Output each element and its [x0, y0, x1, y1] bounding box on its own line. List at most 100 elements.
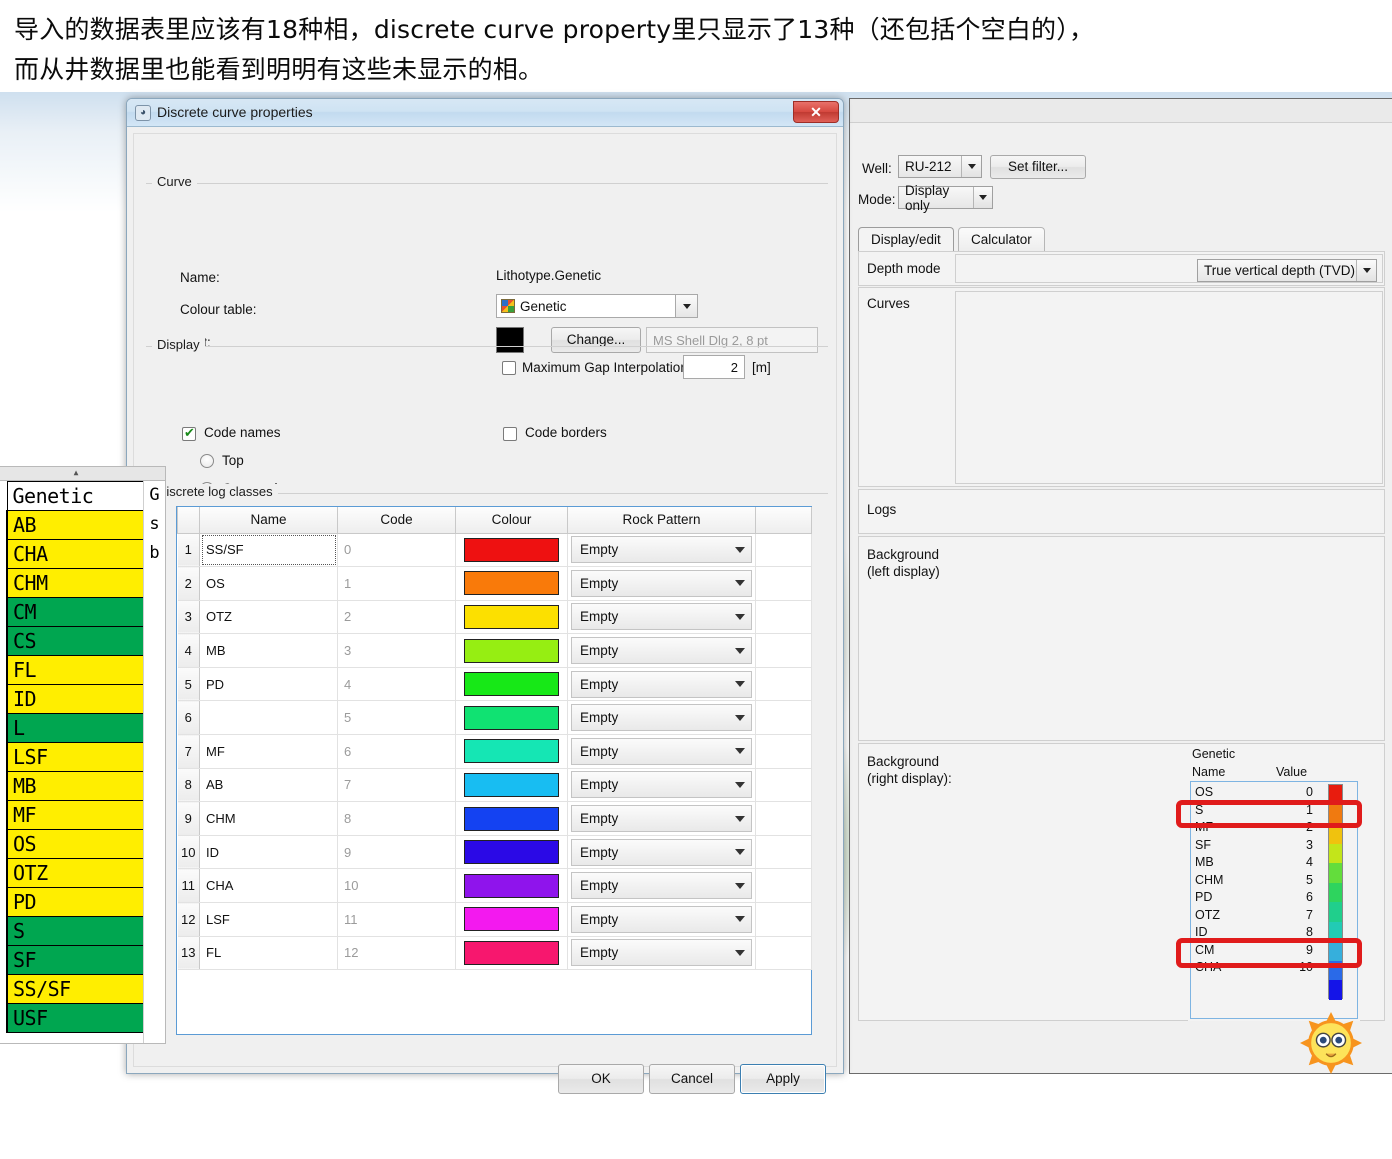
cell-rock-pattern[interactable]: Empty: [567, 868, 756, 904]
table-row[interactable]: 3 OTZ 2 Empty: [177, 600, 812, 635]
legend-row[interactable]: L: [6, 713, 160, 743]
cell-colour[interactable]: [455, 801, 568, 836]
legend-row[interactable]: OTZ: [6, 858, 160, 888]
cell-name[interactable]: FL: [199, 936, 338, 971]
table-row[interactable]: 5 PD 4 Empty: [177, 667, 812, 702]
legend-row[interactable]: CHM: [6, 568, 160, 598]
cell-name[interactable]: SS/SF: [199, 533, 338, 568]
cell-code[interactable]: 1: [337, 566, 456, 601]
chevron-down-icon[interactable]: [735, 916, 745, 923]
ok-button[interactable]: OK: [558, 1064, 644, 1094]
position-radio-top[interactable]: [200, 454, 214, 468]
cell-code[interactable]: 12: [337, 936, 456, 971]
table-row[interactable]: 13 FL 12 Empty: [177, 936, 812, 971]
col-header-rock-pattern[interactable]: Rock Pattern: [567, 507, 756, 534]
cell-colour[interactable]: [455, 633, 568, 668]
cancel-button[interactable]: Cancel: [649, 1064, 735, 1094]
table-row[interactable]: 9 CHM 8 Empty: [177, 801, 812, 836]
chevron-down-icon[interactable]: [973, 187, 992, 208]
cell-code[interactable]: 10: [337, 868, 456, 904]
table-row[interactable]: 6 5 Empty: [177, 700, 812, 736]
cell-name[interactable]: PD: [199, 667, 338, 702]
chevron-down-icon[interactable]: [735, 546, 745, 553]
well-select[interactable]: RU-212: [898, 155, 982, 178]
legend-row[interactable]: LSF: [6, 742, 160, 772]
mode-select[interactable]: Display only: [898, 183, 993, 213]
cell-name[interactable]: OTZ: [199, 600, 338, 635]
legend-row[interactable]: MB: [6, 771, 160, 801]
cell-code[interactable]: 5: [337, 700, 456, 736]
chevron-down-icon[interactable]: [735, 748, 745, 755]
cell-name[interactable]: [199, 700, 338, 736]
cell-name[interactable]: LSF: [199, 902, 338, 937]
colour-table-select[interactable]: Genetic: [496, 294, 698, 318]
cell-colour[interactable]: [455, 868, 568, 904]
code-names-checkbox[interactable]: [182, 425, 196, 441]
cell-colour[interactable]: [455, 600, 568, 635]
cell-code[interactable]: 7: [337, 768, 456, 803]
cell-name[interactable]: CHA: [199, 868, 338, 904]
cell-name[interactable]: CHM: [199, 801, 338, 836]
chevron-down-icon[interactable]: [735, 882, 745, 889]
chevron-down-icon[interactable]: [961, 156, 981, 177]
code-borders-checkbox[interactable]: [503, 427, 517, 441]
tab-display-edit[interactable]: Display/edit: [858, 227, 954, 251]
col-header-colour[interactable]: Colour: [455, 507, 568, 534]
tab-calculator[interactable]: Calculator: [958, 227, 1045, 251]
col-header-name[interactable]: Name: [199, 507, 338, 534]
cell-rock-pattern[interactable]: Empty: [567, 936, 756, 971]
cell-code[interactable]: 3: [337, 633, 456, 668]
cell-rock-pattern[interactable]: Empty: [567, 566, 756, 601]
col-header-code[interactable]: Code: [337, 507, 456, 534]
cell-colour[interactable]: [455, 936, 568, 971]
legend-row[interactable]: S: [6, 916, 160, 946]
table-row[interactable]: 12 LSF 11 Empty: [177, 902, 812, 937]
table-row[interactable]: 10 ID 9 Empty: [177, 835, 812, 870]
chevron-down-icon[interactable]: [735, 849, 745, 856]
legend-row[interactable]: CM: [6, 597, 160, 627]
close-icon[interactable]: ✕: [793, 101, 839, 123]
depth-mode-select[interactable]: True vertical depth (TVD): [1197, 259, 1377, 282]
chevron-down-icon[interactable]: [1356, 260, 1376, 281]
chevron-down-icon[interactable]: [735, 613, 745, 620]
cell-rock-pattern[interactable]: Empty: [567, 533, 756, 568]
cell-colour[interactable]: [455, 533, 568, 568]
chevron-down-icon[interactable]: [735, 580, 745, 587]
cell-rock-pattern[interactable]: Empty: [567, 600, 756, 635]
legend-row[interactable]: CS: [6, 626, 160, 656]
cell-name[interactable]: ID: [199, 835, 338, 870]
cell-code[interactable]: 8: [337, 801, 456, 836]
table-row[interactable]: 7 MF 6 Empty: [177, 734, 812, 769]
cell-rock-pattern[interactable]: Empty: [567, 633, 756, 668]
legend-row[interactable]: CHA: [6, 539, 160, 569]
legend-row[interactable]: USF: [6, 1003, 160, 1033]
cell-rock-pattern[interactable]: Empty: [567, 667, 756, 702]
cell-colour[interactable]: [455, 902, 568, 937]
cell-code[interactable]: 11: [337, 902, 456, 937]
legend-row[interactable]: SF: [6, 945, 160, 975]
apply-button[interactable]: Apply: [740, 1064, 826, 1094]
cell-rock-pattern[interactable]: Empty: [567, 734, 756, 769]
cell-rock-pattern[interactable]: Empty: [567, 768, 756, 803]
chevron-down-icon[interactable]: [735, 949, 745, 956]
chevron-down-icon[interactable]: [735, 781, 745, 788]
table-row[interactable]: 2 OS 1 Empty: [177, 566, 812, 601]
cell-rock-pattern[interactable]: Empty: [567, 902, 756, 937]
cell-colour[interactable]: [455, 734, 568, 769]
legend-row[interactable]: MF: [6, 800, 160, 830]
chevron-down-icon[interactable]: [735, 815, 745, 822]
cell-code[interactable]: 0: [337, 533, 456, 568]
cell-colour[interactable]: [455, 768, 568, 803]
cell-name[interactable]: MB: [199, 633, 338, 668]
cell-name[interactable]: OS: [199, 566, 338, 601]
chevron-down-icon[interactable]: [735, 714, 745, 721]
cell-code[interactable]: 6: [337, 734, 456, 769]
legend-row[interactable]: AB: [6, 510, 160, 540]
table-row[interactable]: 11 CHA 10 Empty: [177, 868, 812, 904]
cell-colour[interactable]: [455, 566, 568, 601]
legend-row[interactable]: FL: [6, 655, 160, 685]
table-row[interactable]: 1 SS/SF 0 Empty: [177, 533, 812, 568]
discrete-log-classes-grid[interactable]: Name Code Colour Rock Pattern 1 SS/SF 0 Emp…: [176, 506, 812, 1035]
table-row[interactable]: 4 MB 3 Empty: [177, 633, 812, 668]
cell-colour[interactable]: [455, 700, 568, 736]
